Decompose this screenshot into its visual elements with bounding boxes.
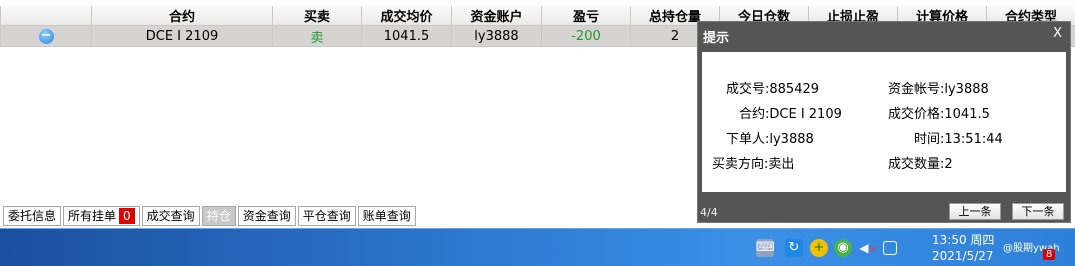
col-header-toggle — [0, 6, 92, 26]
pending-count-badge: 0 — [119, 208, 135, 224]
next-button[interactable]: 下一条 — [1012, 203, 1064, 220]
col-header-contract[interactable]: 合约 — [91, 6, 273, 26]
wechat-icon[interactable]: ◉ — [834, 239, 852, 257]
tab-closed[interactable]: 平仓查询 — [297, 206, 356, 226]
field-account: 资金帐号:ly3888 — [888, 82, 989, 97]
col-header-avg-price[interactable]: 成交均价 — [361, 6, 452, 26]
field-orderer: 下单人:ly3888 — [726, 132, 814, 147]
field-direction: 买卖方向:卖出 — [712, 157, 795, 172]
tab-orders[interactable]: 委托信息 — [3, 206, 62, 226]
tab-pending-orders[interactable]: 所有挂单 0 — [63, 206, 140, 226]
field-price: 成交价格:1041.5 — [888, 107, 990, 122]
col-header-pnl[interactable]: 盈亏 — [541, 6, 631, 26]
field-contract: 合约:DCE I 2109 — [739, 107, 842, 122]
field-trade-no: 成交号:885429 — [726, 82, 820, 97]
cell-account: ly3888 — [451, 25, 542, 47]
clock-date: 2021/5/27 — [932, 249, 994, 263]
popup-body: 成交号:885429 资金帐号:ly3888 合约:DCE I 2109 成交价… — [702, 52, 1066, 192]
network-icon[interactable] — [883, 241, 897, 255]
cell-contract: DCE I 2109 — [91, 25, 273, 47]
tab-positions[interactable]: 持仓 — [201, 206, 236, 226]
col-header-account[interactable]: 资金账户 — [451, 6, 542, 26]
windows-taskbar: ⌨ ↻ + ◉ ◀× 13:50 周四 2021/5/27 @股期ywah 8 — [0, 228, 1075, 266]
tab-trades[interactable]: 成交查询 — [141, 206, 200, 226]
taskbar-clock[interactable]: 13:50 周四 2021/5/27 — [932, 232, 994, 264]
cell-avg-price: 1041.5 — [361, 25, 452, 47]
popup-title: 提示 — [703, 31, 730, 46]
notification-badge[interactable]: 8 — [1043, 249, 1056, 260]
tab-funds[interactable]: 资金查询 — [237, 206, 296, 226]
field-time: 时间:13:51:44 — [914, 132, 1003, 147]
field-quantity: 成交数量:2 — [888, 157, 953, 172]
volume-muted-icon[interactable]: ◀× — [859, 239, 877, 257]
sync-icon[interactable]: ↻ — [785, 239, 803, 257]
prev-button[interactable]: 上一条 — [949, 203, 1001, 220]
row-toggle-cell[interactable]: − — [0, 25, 92, 47]
clock-time: 13:50 周四 — [932, 233, 995, 247]
cell-pnl: -200 — [541, 25, 631, 47]
col-header-side[interactable]: 买卖 — [272, 6, 362, 26]
cell-side: 卖 — [272, 25, 362, 47]
collapse-icon[interactable]: − — [38, 28, 54, 44]
popup-counter: 4/4 — [700, 206, 718, 219]
plus-app-icon[interactable]: + — [810, 239, 828, 257]
bottom-tab-bar: 委托信息 所有挂单 0 成交查询 持仓 资金查询 平仓查询 账单查询 — [3, 206, 416, 226]
keyboard-icon[interactable]: ⌨ — [756, 239, 775, 257]
tab-statement[interactable]: 账单查询 — [357, 206, 416, 226]
trade-notification-popup: 提示 X 成交号:885429 资金帐号:ly3888 合约:DCE I 210… — [697, 21, 1071, 223]
close-icon[interactable]: X — [1053, 26, 1062, 41]
